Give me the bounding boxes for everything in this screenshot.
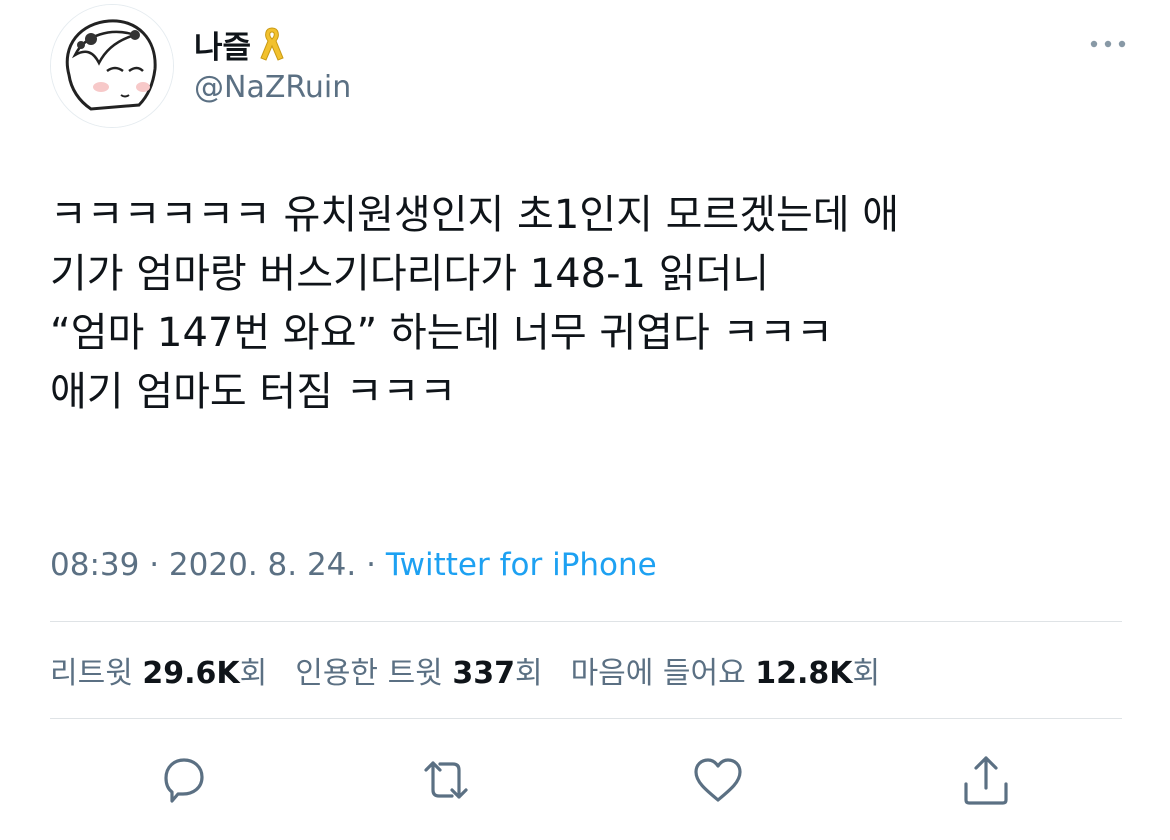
avatar-illustration bbox=[51, 5, 173, 127]
tweet-text: ㅋㅋㅋㅋㅋㅋ 유치원생인지 초1인지 모르겠는데 애 기가 엄마랑 버스기다리다… bbox=[50, 186, 1130, 422]
retweets-label: 리트윗 bbox=[50, 656, 133, 691]
quotes-stat[interactable]: 인용한 트윗 337회 bbox=[295, 648, 542, 692]
share-button[interactable] bbox=[954, 748, 1018, 812]
quotes-label: 인용한 트윗 bbox=[295, 656, 443, 691]
more-dots-icon bbox=[1090, 40, 1126, 48]
yellow-ribbon-icon bbox=[259, 24, 285, 66]
retweet-icon bbox=[424, 761, 468, 799]
tweet-date[interactable]: 2020. 8. 24. bbox=[169, 547, 356, 583]
retweet-button[interactable] bbox=[414, 748, 478, 812]
author-name-row[interactable]: 나즐 bbox=[194, 22, 285, 67]
tweet-time[interactable]: 08:39 bbox=[50, 547, 139, 583]
reply-icon bbox=[164, 758, 204, 803]
tweet-line: “엄마 147번 와요” 하는데 너무 귀엽다 ㅋㅋㅋ bbox=[50, 310, 833, 356]
likes-suffix: 회 bbox=[852, 656, 881, 691]
likes-stat[interactable]: 마음에 들어요 12.8K회 bbox=[571, 648, 881, 692]
retweets-count: 29.6K bbox=[142, 656, 240, 691]
avatar[interactable] bbox=[50, 4, 174, 128]
meta-separator: · bbox=[366, 547, 376, 583]
likes-label: 마음에 들어요 bbox=[570, 656, 746, 691]
divider bbox=[50, 621, 1122, 622]
more-options-button[interactable] bbox=[1086, 30, 1130, 58]
quotes-suffix: 회 bbox=[514, 656, 543, 691]
tweet-line: 애기 엄마도 터짐 ㅋㅋㅋ bbox=[50, 369, 457, 415]
tweet-line: ㅋㅋㅋㅋㅋㅋ 유치원생인지 초1인지 모르겠는데 애 bbox=[50, 192, 900, 238]
author-handle[interactable]: @NaZRuin bbox=[194, 70, 351, 105]
likes-count: 12.8K bbox=[755, 656, 853, 691]
reply-button[interactable] bbox=[152, 748, 216, 812]
like-button[interactable] bbox=[686, 748, 750, 812]
author-display-name[interactable]: 나즐 bbox=[194, 22, 251, 67]
divider bbox=[50, 718, 1122, 719]
tweet-source-link[interactable]: Twitter for iPhone bbox=[386, 547, 657, 583]
tweet-line: 기가 엄마랑 버스기다리다가 148-1 읽더니 bbox=[50, 251, 770, 297]
like-icon bbox=[694, 758, 742, 802]
retweets-stat[interactable]: 리트윗 29.6K회 bbox=[50, 648, 267, 692]
retweets-suffix: 회 bbox=[239, 656, 268, 691]
tweet-actions bbox=[0, 748, 1170, 812]
quotes-count: 337 bbox=[452, 656, 515, 691]
tweet-meta: 08:39 · 2020. 8. 24. · Twitter for iPhon… bbox=[50, 547, 657, 583]
tweet-stats: 리트윗 29.6K회 인용한 트윗 337회 마음에 들어요 12.8K회 bbox=[50, 648, 880, 692]
meta-separator: · bbox=[149, 547, 160, 583]
share-icon bbox=[964, 756, 1008, 805]
